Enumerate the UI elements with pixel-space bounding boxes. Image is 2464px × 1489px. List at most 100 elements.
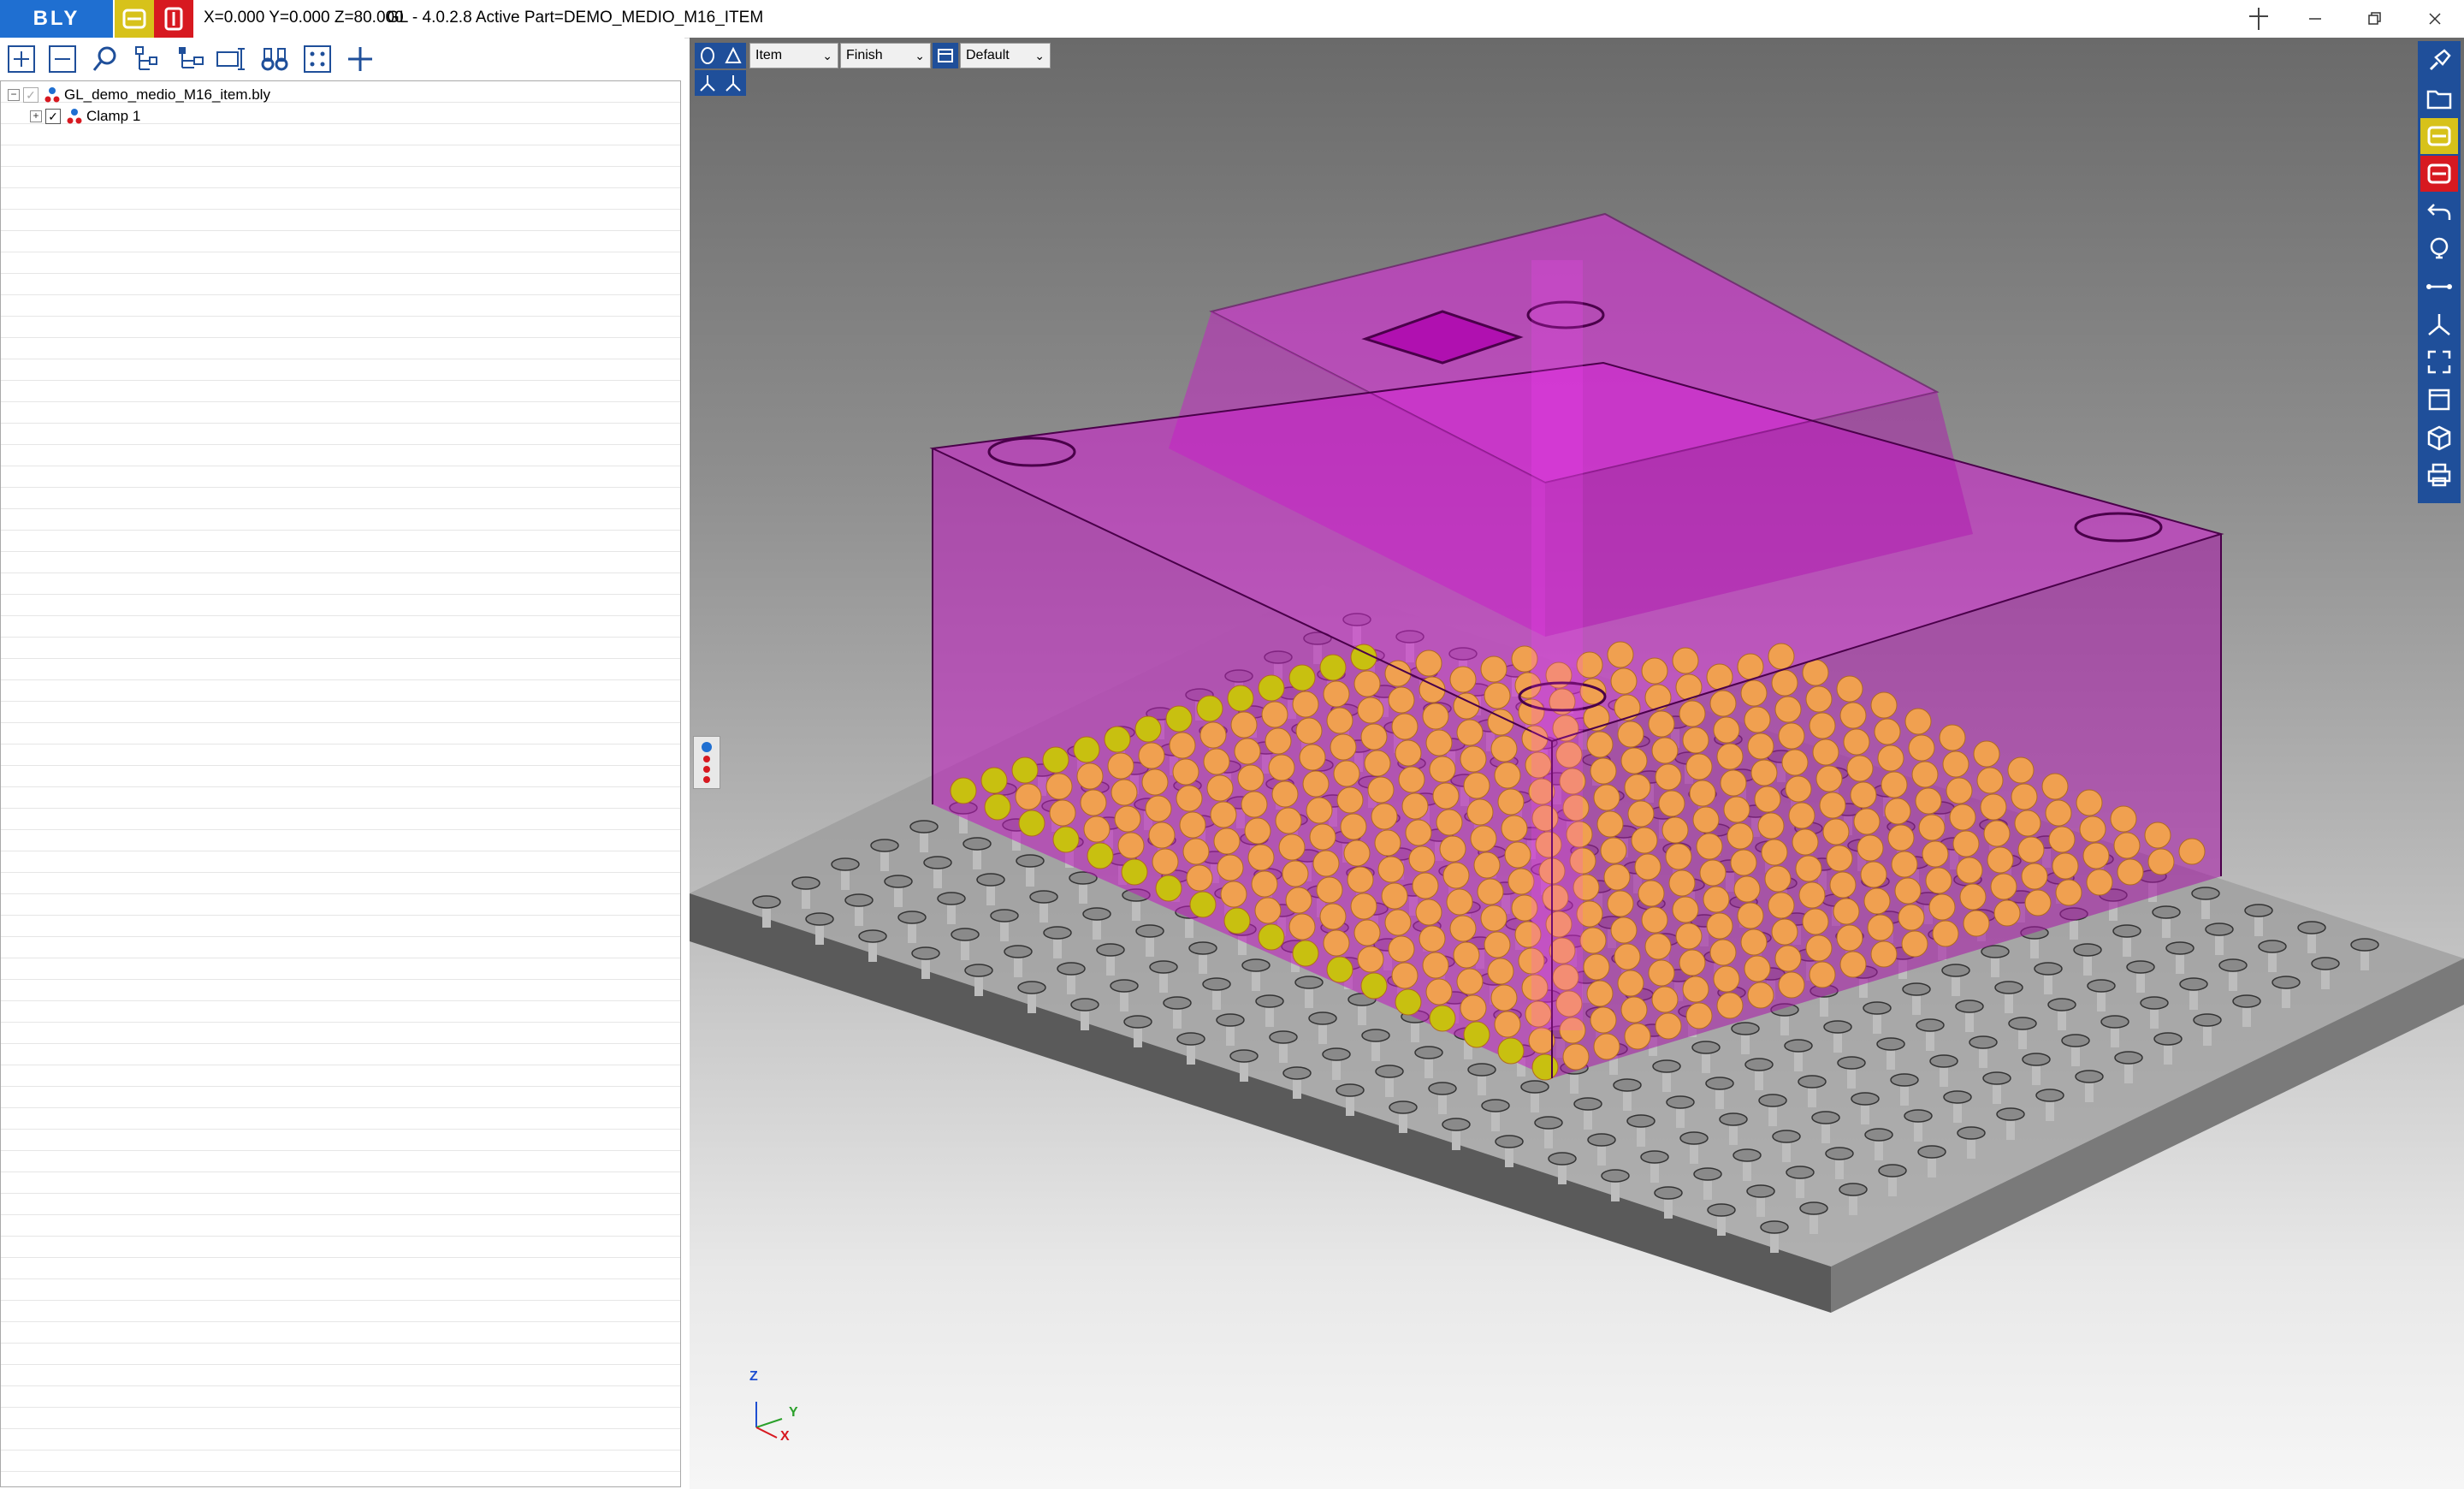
clamp-checkbox[interactable]: ✓ bbox=[45, 109, 61, 124]
clamp-ball bbox=[1661, 816, 1689, 844]
clamp-ball bbox=[1285, 887, 1312, 914]
model-tree: − ✓ GL_demo_medio_M16_item.bly + ✓ Clamp… bbox=[0, 80, 681, 1487]
clamp-ball bbox=[1206, 774, 1234, 802]
clamp-ball bbox=[1271, 780, 1299, 808]
clamp-ball bbox=[1593, 1033, 1620, 1060]
clamp-ball bbox=[1494, 1011, 1521, 1038]
tree-item-clamp[interactable]: + ✓ Clamp 1 bbox=[30, 106, 140, 127]
restore-button[interactable] bbox=[2349, 5, 2401, 33]
clamp-ball bbox=[1463, 772, 1490, 799]
pin-button[interactable] bbox=[2420, 43, 2458, 79]
tree-branch-button[interactable] bbox=[173, 41, 209, 77]
hint-button[interactable] bbox=[2420, 231, 2458, 267]
yellow-action-button[interactable] bbox=[2420, 118, 2458, 154]
clamp-ball bbox=[1384, 909, 1412, 936]
find-button[interactable] bbox=[257, 41, 293, 77]
clamp-ball bbox=[1254, 897, 1282, 924]
title-bar: BLY X=0.000 Y=0.000 Z=80.000 GL - 4.0.2.… bbox=[0, 0, 2464, 39]
clamp-ball bbox=[1227, 685, 1254, 712]
rename-button[interactable] bbox=[214, 41, 250, 77]
tree-item-root[interactable]: − ✓ GL_demo_medio_M16_item.bly bbox=[8, 85, 270, 105]
fit-view-button[interactable] bbox=[2420, 344, 2458, 380]
clamp-ball bbox=[1309, 823, 1336, 851]
clamp-ball bbox=[1165, 705, 1193, 733]
select-points-button[interactable] bbox=[299, 41, 335, 77]
expand-toggle[interactable]: + bbox=[30, 110, 42, 122]
clamp-ball bbox=[1425, 729, 1453, 756]
clamp-ball bbox=[1713, 965, 1740, 993]
clamp-ball bbox=[1617, 721, 1644, 748]
clamp-ball bbox=[1388, 686, 1415, 714]
search-button[interactable] bbox=[87, 41, 123, 77]
close-button[interactable] bbox=[2409, 5, 2461, 33]
clamp-ball bbox=[1415, 650, 1442, 677]
clamp-ball bbox=[1771, 918, 1798, 946]
pin-window-button[interactable] bbox=[2233, 5, 2284, 33]
open-folder-button[interactable] bbox=[2420, 80, 2458, 116]
clamp-ball bbox=[1422, 952, 1449, 979]
cube-icon bbox=[2427, 425, 2451, 451]
expand-arrows-icon bbox=[2427, 350, 2451, 374]
undo-icon bbox=[2427, 204, 2451, 220]
plus-icon bbox=[348, 47, 372, 71]
clamp-ball bbox=[1586, 731, 1614, 758]
clamp-ball bbox=[1679, 949, 1706, 976]
clamp-ball bbox=[1980, 793, 2007, 821]
minimize-button[interactable] bbox=[2289, 5, 2341, 33]
tree-structure-button[interactable] bbox=[130, 41, 166, 77]
clamp-ball bbox=[1182, 838, 1210, 865]
clamp-ball bbox=[1911, 761, 1939, 788]
clamp-ball bbox=[1453, 941, 1480, 969]
window-view-button[interactable] bbox=[2420, 382, 2458, 418]
clamp-ball bbox=[1484, 931, 1511, 958]
red-action-button[interactable] bbox=[2420, 156, 2458, 192]
expand-all-button[interactable] bbox=[3, 41, 39, 77]
print-button[interactable] bbox=[2420, 457, 2458, 493]
root-checkbox[interactable]: ✓ bbox=[23, 87, 38, 103]
clamp-ball bbox=[2007, 756, 2035, 784]
clamp-ball bbox=[1709, 690, 1737, 717]
clamp-ball bbox=[1918, 814, 1946, 841]
clamp-ball bbox=[1371, 803, 1398, 830]
clamp-ball bbox=[1973, 740, 2000, 768]
3d-viewport[interactable]: Item ⌄ Finish ⌄ Default ⌄ Z Y X bbox=[690, 38, 2464, 1489]
clamp-ball bbox=[1778, 971, 1805, 999]
undo-button[interactable] bbox=[2420, 193, 2458, 229]
add-button[interactable] bbox=[342, 41, 378, 77]
clamp-ball bbox=[1925, 867, 1952, 894]
clamp-ball bbox=[1983, 820, 2011, 847]
measure-button[interactable] bbox=[2420, 269, 2458, 305]
clamp-ball bbox=[1258, 923, 1285, 951]
solid-view-button[interactable] bbox=[2420, 419, 2458, 455]
clamp-ball bbox=[1377, 856, 1405, 883]
clamp-ball bbox=[2055, 879, 2082, 906]
clamp-ball bbox=[1627, 800, 1655, 828]
clamp-ball bbox=[1946, 777, 1973, 804]
yellow-file-icon bbox=[122, 9, 146, 29]
clamp-ball bbox=[1288, 664, 1316, 691]
clamp-ball bbox=[1391, 713, 1419, 740]
clamp-ball bbox=[1432, 782, 1460, 810]
collapse-all-button[interactable] bbox=[44, 41, 80, 77]
clamp-ball bbox=[1744, 706, 1771, 733]
clamp-ball bbox=[1326, 956, 1353, 983]
clamp-ball bbox=[2041, 773, 2069, 800]
yellow-file-button[interactable] bbox=[115, 0, 154, 38]
clamp-ball bbox=[1870, 691, 1898, 719]
clamp-ball bbox=[1480, 656, 1507, 683]
lightbulb-icon bbox=[2430, 237, 2449, 259]
red-file-button[interactable] bbox=[154, 0, 193, 38]
clamp-ball bbox=[1901, 930, 1928, 958]
clamp-ball bbox=[1733, 875, 1761, 903]
clamp-ball bbox=[1111, 779, 1138, 806]
clamp-ball bbox=[1737, 902, 1764, 929]
clamp-ball bbox=[1460, 994, 1487, 1022]
clamp-ball bbox=[1679, 700, 1706, 727]
clamp-ball bbox=[1624, 1023, 1651, 1050]
expand-icon bbox=[8, 45, 35, 73]
axis-button[interactable] bbox=[2420, 306, 2458, 342]
clamp-ball bbox=[1638, 880, 1665, 907]
clamp-ball bbox=[1463, 1021, 1490, 1048]
clamp-ball bbox=[1610, 667, 1638, 695]
collapse-toggle[interactable]: − bbox=[8, 89, 20, 101]
